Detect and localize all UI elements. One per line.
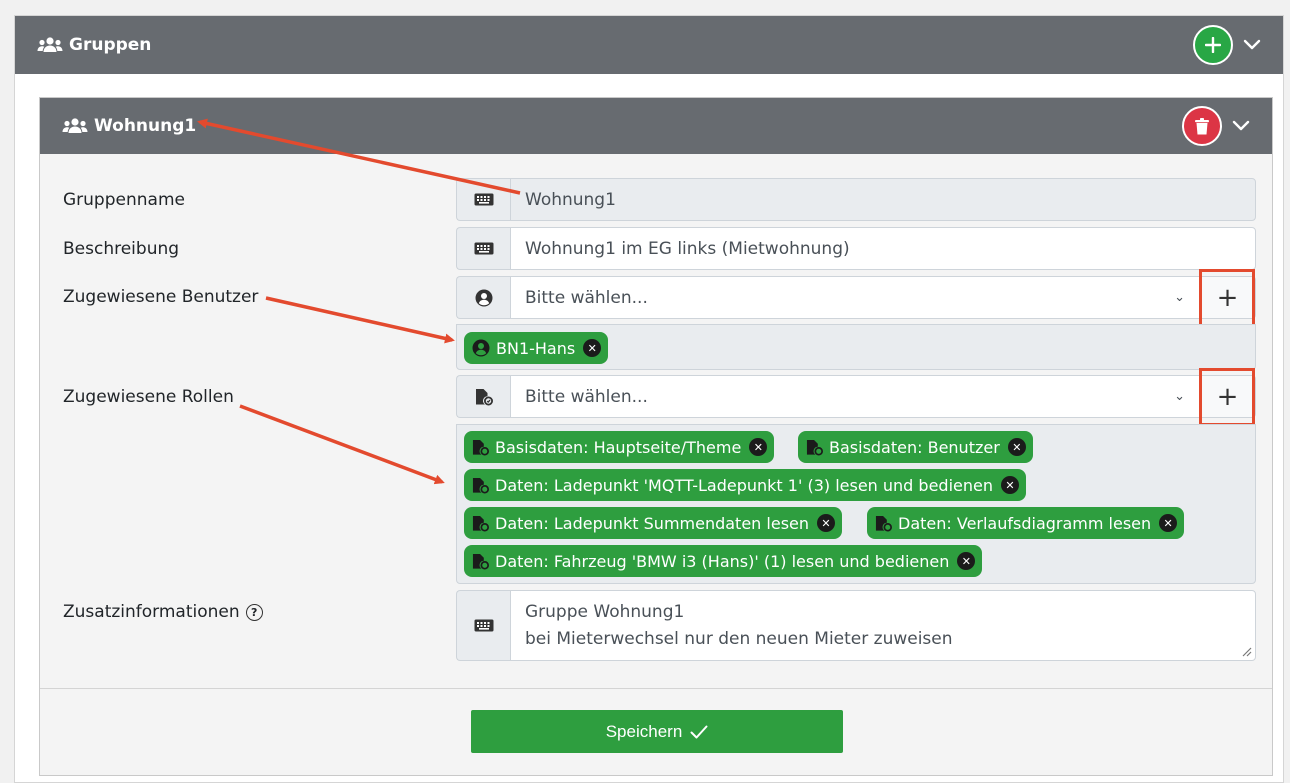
groupname-label: Gruppenname bbox=[63, 190, 185, 210]
role-tag-label: Daten: Verlaufsdiagramm lesen bbox=[898, 513, 1152, 533]
role-tag[interactable]: Basisdaten: Benutzer ✕ bbox=[798, 431, 1033, 463]
user-tag-icon bbox=[806, 439, 823, 456]
question-circle-icon[interactable]: ? bbox=[245, 603, 263, 621]
user-circle-icon bbox=[475, 289, 492, 306]
keyboard-icon bbox=[474, 193, 493, 206]
times-circle-icon[interactable]: ✕ bbox=[957, 552, 976, 570]
chevron-down-icon bbox=[1232, 120, 1250, 131]
user-circle-icon bbox=[472, 339, 490, 357]
role-tag[interactable]: Daten: Ladepunkt 'MQTT-Ladepunkt 1' (3) … bbox=[464, 469, 1026, 501]
card-footer-divider bbox=[40, 688, 1272, 689]
groupname-field[interactable]: Wohnung1 bbox=[510, 178, 1256, 221]
extra-info-label-text: Zusatzinformationen bbox=[63, 602, 240, 622]
user-tag-icon bbox=[475, 388, 493, 405]
roles-select[interactable]: Bitte wählen... ⌄ bbox=[510, 375, 1200, 418]
extra-info-textarea[interactable]: Gruppe Wohnung1 bei Mieterwechsel nur de… bbox=[510, 590, 1256, 661]
keyboard-icon bbox=[474, 619, 493, 632]
add-role-button[interactable]: + bbox=[1199, 368, 1256, 426]
description-value: Wohnung1 im EG links (Mietwohnung) bbox=[525, 238, 850, 259]
trash-icon bbox=[1195, 117, 1209, 134]
users-select[interactable]: Bitte wählen... ⌄ bbox=[510, 276, 1200, 319]
add-group-button[interactable] bbox=[1193, 25, 1233, 65]
user-tag-icon bbox=[472, 439, 489, 456]
user-addon bbox=[456, 276, 510, 319]
groupname-group: Wohnung1 bbox=[456, 178, 1256, 221]
save-button-label: Speichern bbox=[605, 721, 683, 741]
role-addon bbox=[456, 375, 510, 418]
keyboard-addon bbox=[456, 227, 510, 270]
role-tag-label: Basisdaten: Benutzer bbox=[829, 437, 1000, 457]
times-circle-icon[interactable]: ✕ bbox=[583, 339, 602, 357]
group-card-title-text: Wohnung1 bbox=[94, 116, 197, 136]
group-card-header: Wohnung1 bbox=[40, 98, 1272, 154]
keyboard-addon bbox=[456, 590, 510, 661]
keyboard-icon bbox=[474, 242, 493, 255]
check-icon bbox=[690, 725, 708, 738]
chevron-down-icon: ⌄ bbox=[1174, 290, 1185, 305]
roles-tag-box: Basisdaten: Hauptseite/Theme ✕ Basisdate… bbox=[456, 424, 1256, 584]
users-label: Zugewiesene Benutzer bbox=[63, 287, 259, 307]
delete-group-button[interactable] bbox=[1182, 106, 1222, 146]
groups-panel: Gruppen Wohnung1 Gruppenname Wohnung1 Be… bbox=[14, 15, 1284, 783]
save-button[interactable]: Speichern bbox=[471, 710, 843, 753]
groups-panel-header: Gruppen bbox=[15, 16, 1283, 74]
annotation-highlight-box bbox=[1199, 269, 1255, 327]
extra-info-group: Gruppe Wohnung1 bei Mieterwechsel nur de… bbox=[456, 590, 1256, 661]
description-label: Beschreibung bbox=[63, 239, 180, 259]
groupname-value: Wohnung1 bbox=[525, 189, 616, 210]
users-select-group: Bitte wählen... ⌄ + bbox=[456, 269, 1256, 327]
description-field[interactable]: Wohnung1 im EG links (Mietwohnung) bbox=[510, 227, 1256, 270]
extra-info-line: bei Mieterwechsel nur den neuen Mieter z… bbox=[525, 629, 953, 649]
times-circle-icon[interactable]: ✕ bbox=[1001, 476, 1019, 494]
role-tag[interactable]: Daten: Verlaufsdiagramm lesen ✕ bbox=[867, 507, 1185, 539]
user-tag-icon bbox=[472, 553, 489, 570]
user-tag-icon bbox=[875, 515, 892, 532]
chevron-down-icon: ⌄ bbox=[1174, 389, 1185, 404]
groups-panel-title: Gruppen bbox=[37, 35, 151, 55]
description-group: Wohnung1 im EG links (Mietwohnung) bbox=[456, 227, 1256, 270]
user-tag[interactable]: BN1-Hans ✕ bbox=[464, 332, 609, 364]
user-tag-label: BN1-Hans bbox=[496, 338, 576, 358]
role-tag[interactable]: Basisdaten: Hauptseite/Theme ✕ bbox=[464, 431, 775, 463]
role-tag-label: Daten: Ladepunkt Summendaten lesen bbox=[495, 513, 810, 533]
chevron-down-icon bbox=[1243, 39, 1261, 50]
times-circle-icon[interactable]: ✕ bbox=[749, 438, 768, 456]
times-circle-icon[interactable]: ✕ bbox=[817, 514, 836, 532]
roles-label: Zugewiesene Rollen bbox=[63, 387, 234, 407]
users-icon bbox=[37, 37, 63, 52]
user-tag-icon bbox=[472, 515, 489, 532]
role-tag[interactable]: Daten: Ladepunkt Summendaten lesen ✕ bbox=[464, 507, 843, 539]
users-icon bbox=[62, 118, 88, 133]
user-tag-icon bbox=[472, 477, 489, 494]
role-tag[interactable]: Daten: Fahrzeug 'BMW i3 (Hans)' (1) lese… bbox=[464, 545, 983, 577]
users-tag-box: BN1-Hans ✕ bbox=[456, 324, 1256, 370]
group-card-title: Wohnung1 bbox=[62, 116, 196, 136]
add-user-button[interactable]: + bbox=[1199, 269, 1256, 327]
role-tag-label: Daten: Ladepunkt 'MQTT-Ladepunkt 1' (3) … bbox=[495, 475, 993, 495]
group-card: Wohnung1 Gruppenname Wohnung1 Beschreibu… bbox=[39, 97, 1273, 776]
times-circle-icon[interactable]: ✕ bbox=[1007, 438, 1026, 456]
collapse-groups-button[interactable] bbox=[1243, 39, 1261, 51]
role-tag-label: Daten: Fahrzeug 'BMW i3 (Hans)' (1) lese… bbox=[495, 551, 950, 571]
role-tag-label: Basisdaten: Hauptseite/Theme bbox=[495, 437, 742, 457]
roles-select-group: Bitte wählen... ⌄ + bbox=[456, 368, 1256, 426]
extra-info-line: Gruppe Wohnung1 bbox=[525, 602, 685, 622]
keyboard-addon bbox=[456, 178, 510, 221]
groups-panel-title-text: Gruppen bbox=[69, 35, 152, 55]
users-select-placeholder: Bitte wählen... bbox=[525, 287, 648, 308]
extra-info-label: Zusatzinformationen? bbox=[63, 602, 263, 622]
resize-handle-icon[interactable] bbox=[1240, 645, 1252, 657]
collapse-group-button[interactable] bbox=[1232, 120, 1250, 132]
plus-icon bbox=[1205, 37, 1221, 53]
times-circle-icon[interactable]: ✕ bbox=[1159, 514, 1178, 532]
roles-select-placeholder: Bitte wählen... bbox=[525, 386, 648, 407]
annotation-highlight-box bbox=[1199, 368, 1255, 426]
